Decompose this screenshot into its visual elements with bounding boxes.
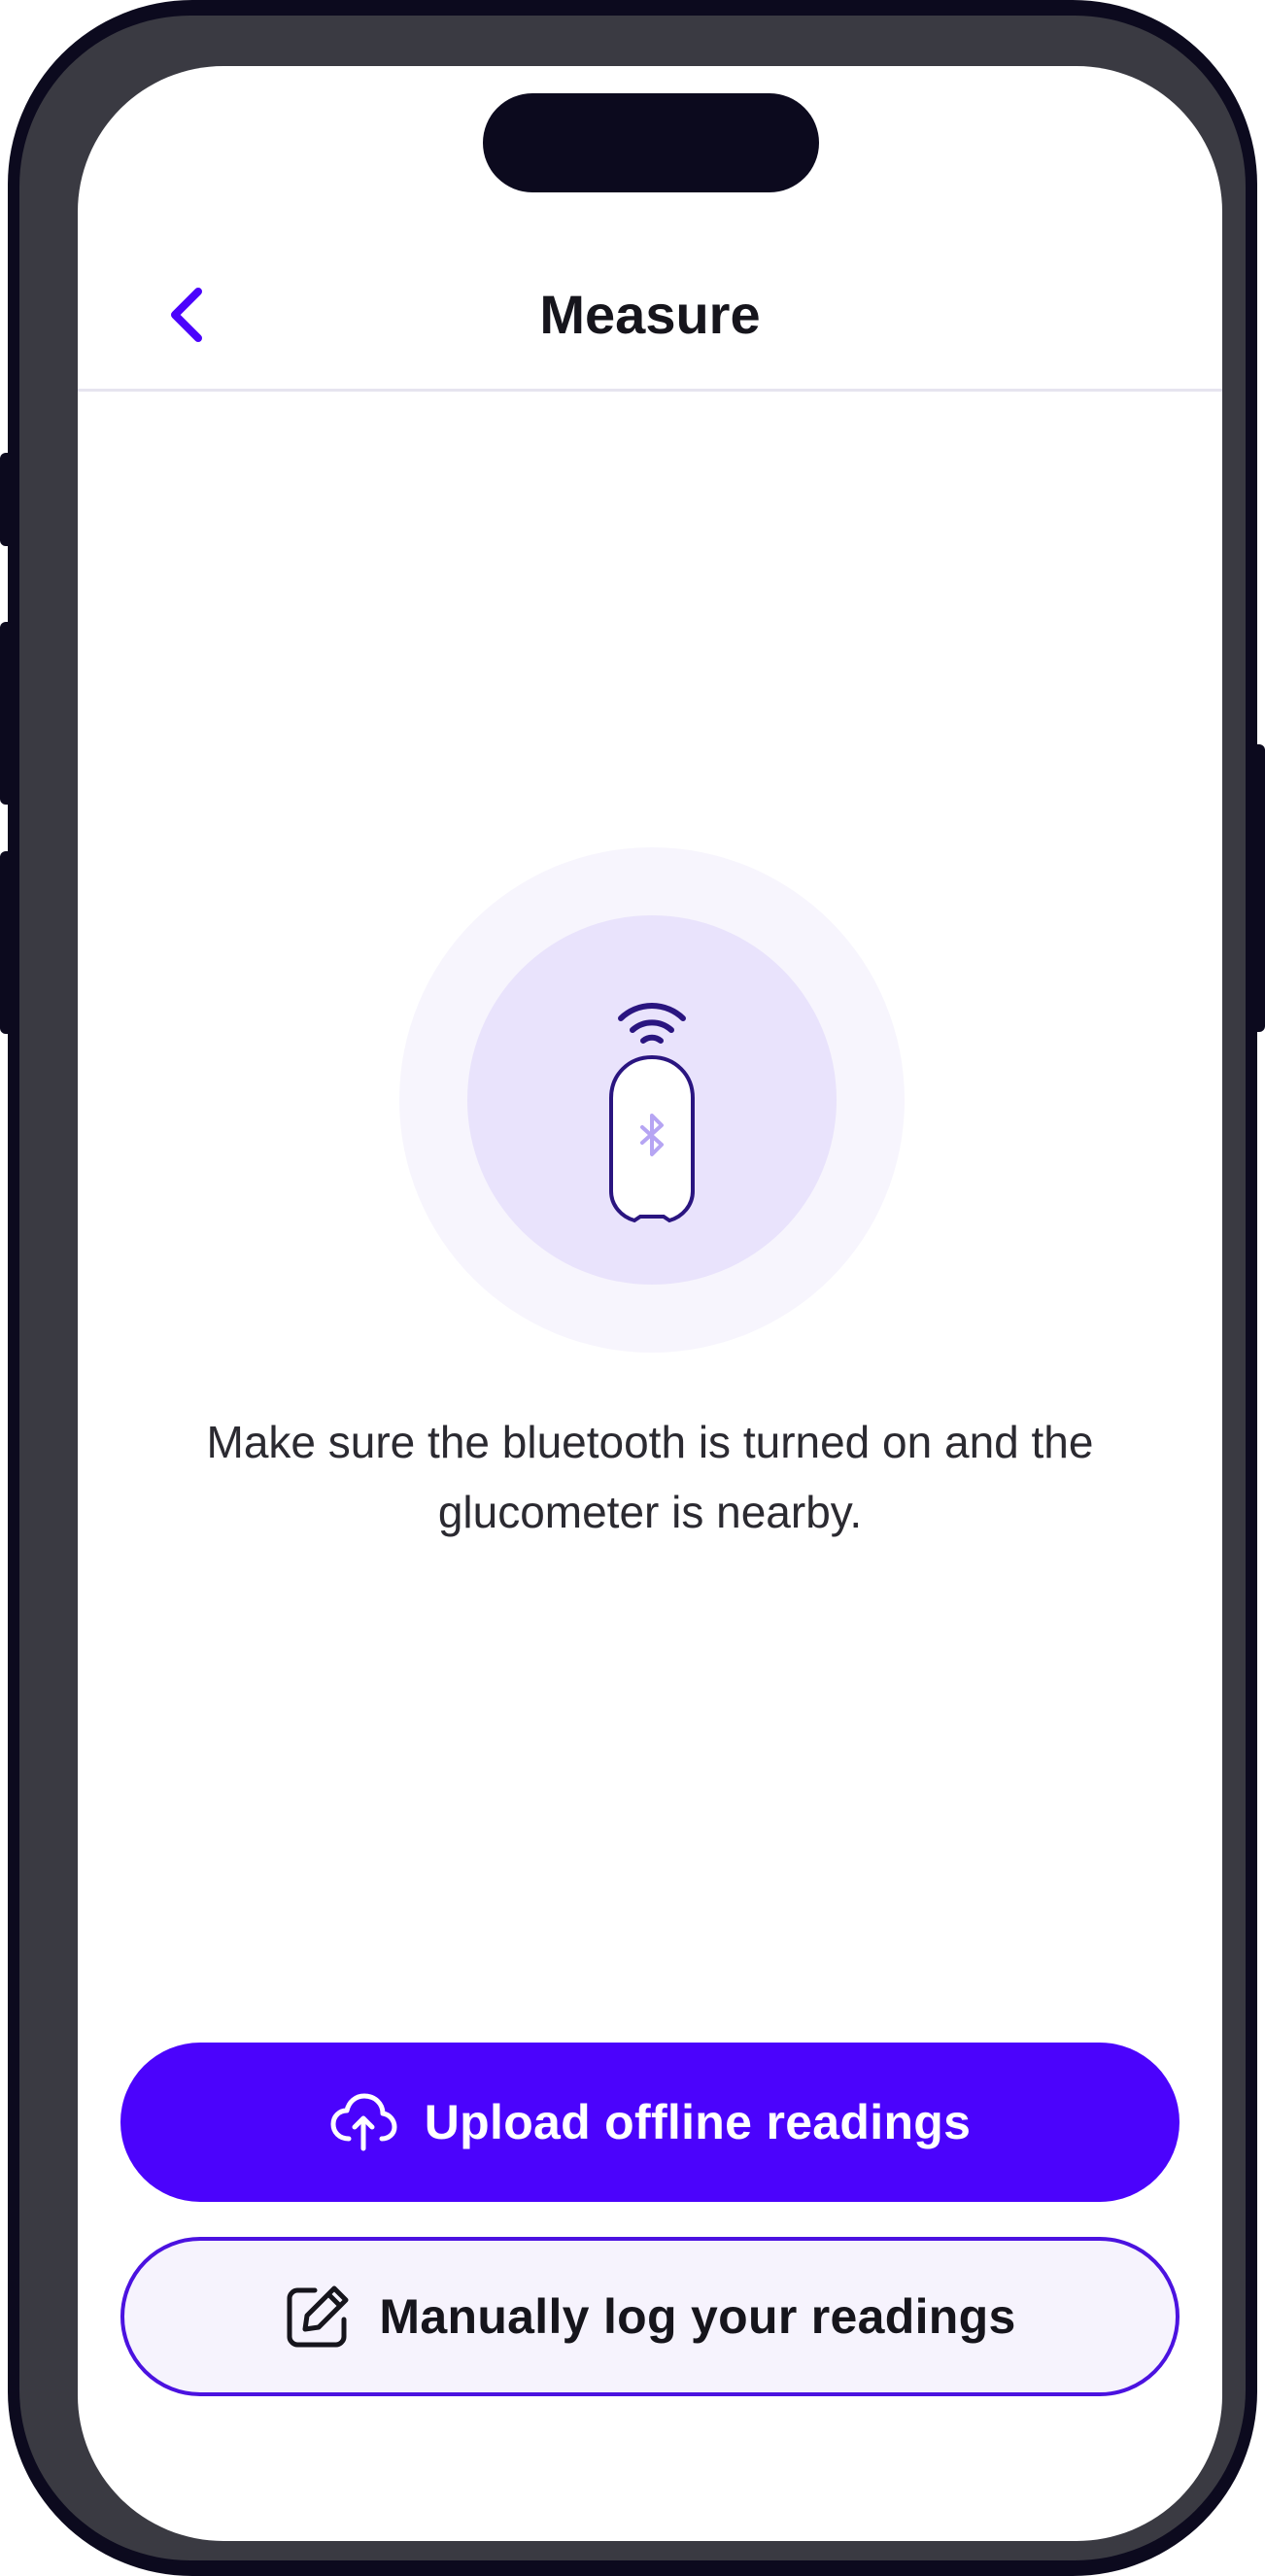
back-button[interactable] <box>148 276 225 354</box>
header-divider <box>78 389 1222 392</box>
mute-switch <box>0 453 14 546</box>
power-button <box>1251 744 1265 1032</box>
upload-offline-readings-button[interactable]: Upload offline readings <box>120 2043 1180 2202</box>
wifi-signal-icon <box>618 1003 686 1044</box>
manually-log-readings-label: Manually log your readings <box>379 2289 1016 2344</box>
dynamic-island <box>483 93 819 192</box>
volume-down-button <box>0 851 14 1034</box>
cloud-upload-icon <box>329 2088 397 2156</box>
page-title: Measure <box>539 284 761 345</box>
phone-bezel: Measure Make sure the bluetooth is turne… <box>19 16 1246 2560</box>
edit-icon <box>284 2283 352 2351</box>
manually-log-readings-button[interactable]: Manually log your readings <box>120 2237 1180 2396</box>
volume-up-button <box>0 622 14 805</box>
glucometer-icon <box>609 1003 695 1223</box>
upload-offline-readings-label: Upload offline readings <box>424 2095 972 2149</box>
app-header: Measure <box>78 241 1222 389</box>
chevron-left-icon <box>171 288 202 342</box>
phone-screen: Measure Make sure the bluetooth is turne… <box>78 66 1222 2541</box>
bluetooth-instructions: Make sure the bluetooth is turned on and… <box>206 1417 1094 1537</box>
